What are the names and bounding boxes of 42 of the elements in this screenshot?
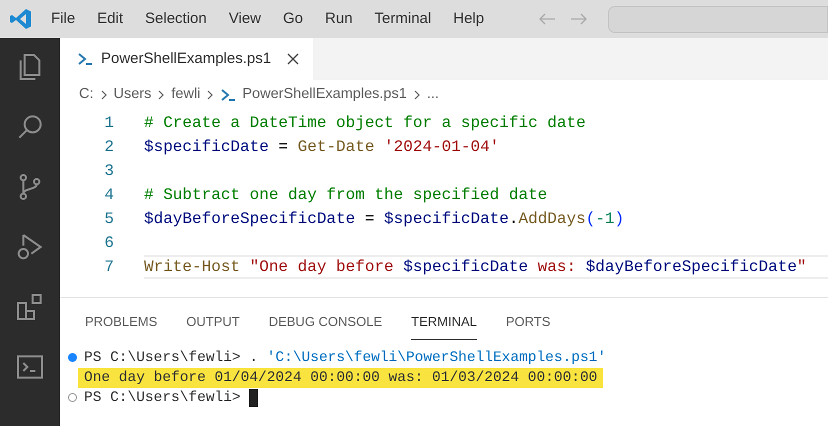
- code-line: Write-Host "One day before $specificDate was: $dayBeforeSpecificDate": [144, 258, 807, 276]
- breadcrumb-item[interactable]: PowerShellExamples.ps1: [242, 84, 407, 106]
- menu-item[interactable]: File: [51, 8, 76, 30]
- menu-item[interactable]: Selection: [145, 8, 207, 30]
- panel-tab[interactable]: DEBUG CONSOLE: [268, 312, 382, 340]
- breadcrumb-item[interactable]: fewli: [171, 84, 200, 106]
- breadcrumb-item[interactable]: ...: [426, 84, 439, 106]
- menu-item[interactable]: Run: [325, 8, 353, 30]
- line-number: 3: [103, 161, 114, 182]
- command-center-field[interactable]: [608, 6, 828, 32]
- app-logo-icon: [9, 7, 33, 31]
- panel-tab[interactable]: TERMINAL: [411, 312, 477, 340]
- chevron-icon: [206, 89, 214, 101]
- breadcrumb-item[interactable]: Users: [114, 84, 152, 106]
- chevron-icon: [157, 89, 166, 101]
- line-number: 7: [103, 257, 114, 278]
- code-line: $specificDate = Get-Date '2024-01-04': [144, 138, 500, 156]
- code-line: $dayBeforeSpecificDate = $specificDate.AddDays(-1): [144, 210, 624, 228]
- menu-item[interactable]: Go: [283, 8, 304, 30]
- terminal-line: PS C:\Users\fewli> . 'C:\Users\fewli\PowerShellExamples.ps1': [84, 348, 606, 368]
- powershell-icon: [220, 88, 236, 102]
- menu-item[interactable]: View: [228, 8, 261, 30]
- panel-tab[interactable]: OUTPUT: [186, 312, 240, 340]
- line-number: 2: [103, 137, 114, 158]
- chevron-icon: [100, 89, 108, 101]
- code-line: # Create a DateTime object for a specific date: [144, 114, 586, 132]
- breadcrumb-item[interactable]: C:: [79, 84, 94, 106]
- panel-tab[interactable]: PROBLEMS: [85, 312, 158, 340]
- menu-item[interactable]: Edit: [97, 8, 124, 30]
- line-number: 4: [103, 185, 114, 206]
- editor-tab[interactable]: PowerShellExamples.ps1: [60, 38, 314, 80]
- menu-item[interactable]: Terminal: [374, 8, 432, 30]
- line-number: 5: [103, 209, 114, 230]
- line-number: 6: [103, 233, 114, 254]
- code-line: # Subtract one day from the specified date: [144, 186, 548, 204]
- chevron-icon: [412, 89, 421, 101]
- menu-item[interactable]: Help: [453, 8, 484, 30]
- terminal-line: PS C:\Users\fewli>: [84, 388, 242, 408]
- line-number: 1: [103, 113, 114, 134]
- close-icon[interactable]: [287, 53, 300, 65]
- panel-tab[interactable]: PORTS: [506, 312, 550, 340]
- powershell-icon: [77, 52, 93, 66]
